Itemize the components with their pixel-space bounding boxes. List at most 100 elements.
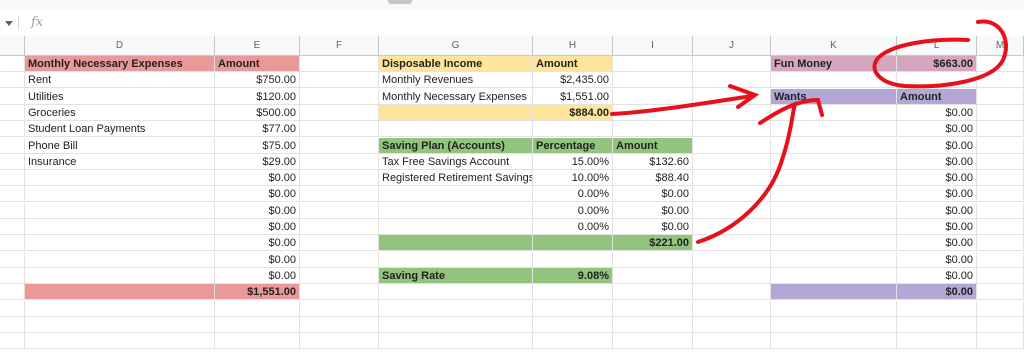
wants-label[interactable] bbox=[771, 137, 897, 154]
empty-cell[interactable] bbox=[897, 72, 977, 89]
empty-cell[interactable] bbox=[613, 56, 693, 72]
column-header-k[interactable]: K bbox=[771, 36, 897, 55]
empty-cell[interactable] bbox=[613, 121, 693, 138]
expense-label[interactable] bbox=[25, 170, 215, 187]
empty-cell[interactable] bbox=[613, 251, 693, 268]
empty-cell[interactable] bbox=[693, 300, 771, 317]
wants-amount[interactable]: $0.00 bbox=[897, 235, 977, 252]
saving-account-amount[interactable]: $132.60 bbox=[613, 153, 693, 170]
empty-cell[interactable] bbox=[300, 153, 379, 170]
disposable-label[interactable]: Monthly Necessary Expenses bbox=[379, 88, 533, 105]
column-header-i[interactable]: I bbox=[613, 36, 693, 55]
empty-cell[interactable] bbox=[300, 72, 379, 89]
resize-handle[interactable] bbox=[388, 0, 412, 4]
expenses-amount-header[interactable]: Amount bbox=[215, 56, 300, 72]
empty-cell[interactable] bbox=[613, 72, 693, 89]
saving-account-pct[interactable]: 10.00% bbox=[533, 170, 613, 187]
wants-label[interactable] bbox=[771, 121, 897, 138]
empty-cell[interactable] bbox=[300, 202, 379, 219]
expense-label[interactable]: Utilities bbox=[25, 88, 215, 105]
disposable-amount[interactable]: $1,551.00 bbox=[533, 88, 613, 105]
saving-account-pct[interactable]: 0.00% bbox=[533, 202, 613, 219]
empty-cell[interactable] bbox=[771, 72, 897, 89]
row-gutter[interactable] bbox=[0, 121, 25, 138]
expense-label[interactable] bbox=[25, 186, 215, 203]
row-gutter[interactable] bbox=[0, 251, 25, 268]
saving-account-amount[interactable]: $0.00 bbox=[613, 219, 693, 235]
empty-cell[interactable] bbox=[693, 153, 771, 170]
column-header-g[interactable]: G bbox=[379, 36, 533, 55]
wants-amount[interactable]: $0.00 bbox=[897, 202, 977, 219]
empty-cell[interactable] bbox=[533, 316, 613, 333]
saving-plan-amount-header[interactable]: Amount bbox=[613, 137, 693, 154]
empty-cell[interactable] bbox=[977, 219, 1024, 235]
wants-label[interactable] bbox=[771, 153, 897, 170]
row-gutter[interactable] bbox=[0, 170, 25, 187]
empty-cell[interactable] bbox=[613, 316, 693, 333]
expense-amount[interactable]: $77.00 bbox=[215, 121, 300, 138]
row-gutter[interactable] bbox=[0, 72, 25, 89]
empty-cell[interactable] bbox=[300, 121, 379, 138]
disposable-total-label[interactable] bbox=[379, 104, 533, 121]
expense-amount[interactable]: $750.00 bbox=[215, 72, 300, 89]
fun-money-label[interactable]: Fun Money bbox=[771, 56, 897, 72]
expense-amount[interactable]: $29.00 bbox=[215, 153, 300, 170]
sheet-grid[interactable]: Monthly Necessary Expenses Amount Rent $750… bbox=[0, 56, 1024, 360]
disposable-label[interactable]: Monthly Revenues bbox=[379, 72, 533, 89]
empty-cell[interactable] bbox=[693, 170, 771, 187]
empty-cell[interactable] bbox=[977, 202, 1024, 219]
empty-cell[interactable] bbox=[379, 316, 533, 333]
wants-label[interactable] bbox=[771, 202, 897, 219]
expense-amount[interactable]: $0.00 bbox=[215, 251, 300, 268]
empty-cell[interactable] bbox=[693, 333, 771, 350]
saving-account-pct[interactable]: 0.00% bbox=[533, 186, 613, 203]
empty-cell[interactable] bbox=[613, 333, 693, 350]
wants-amount[interactable]: $0.00 bbox=[897, 153, 977, 170]
empty-cell[interactable] bbox=[613, 300, 693, 317]
empty-cell[interactable] bbox=[300, 235, 379, 252]
empty-cell[interactable] bbox=[977, 137, 1024, 154]
empty-cell[interactable] bbox=[613, 267, 693, 284]
empty-cell[interactable] bbox=[300, 56, 379, 72]
disposable-total[interactable]: $884.00 bbox=[533, 104, 613, 121]
empty-cell[interactable] bbox=[977, 300, 1024, 317]
empty-cell[interactable] bbox=[533, 121, 613, 138]
empty-cell[interactable] bbox=[977, 56, 1024, 72]
empty-cell[interactable] bbox=[977, 153, 1024, 170]
wants-amount[interactable]: $0.00 bbox=[897, 121, 977, 138]
empty-cell[interactable] bbox=[300, 251, 379, 268]
empty-cell[interactable] bbox=[613, 284, 693, 301]
empty-cell[interactable] bbox=[25, 300, 215, 317]
empty-cell[interactable] bbox=[300, 284, 379, 301]
empty-cell[interactable] bbox=[693, 186, 771, 203]
saving-account-label[interactable] bbox=[379, 186, 533, 203]
column-header-h[interactable]: H bbox=[533, 36, 613, 55]
empty-cell[interactable] bbox=[300, 316, 379, 333]
empty-cell[interactable] bbox=[693, 202, 771, 219]
wants-amount[interactable]: $0.00 bbox=[897, 170, 977, 187]
name-box-dropdown-icon[interactable] bbox=[5, 21, 13, 26]
wants-total-label[interactable] bbox=[771, 284, 897, 301]
saving-total[interactable]: $221.00 bbox=[613, 235, 693, 252]
saving-rate-value[interactable]: 9.08% bbox=[533, 267, 613, 284]
expense-label[interactable] bbox=[25, 251, 215, 268]
wants-amount-header[interactable]: Amount bbox=[897, 88, 977, 105]
empty-cell[interactable] bbox=[693, 251, 771, 268]
row-gutter[interactable] bbox=[0, 267, 25, 284]
wants-label[interactable] bbox=[771, 104, 897, 121]
empty-cell[interactable] bbox=[300, 104, 379, 121]
disposable-amount-header[interactable]: Amount bbox=[533, 56, 613, 72]
empty-cell[interactable] bbox=[977, 186, 1024, 203]
empty-cell[interactable] bbox=[693, 72, 771, 89]
empty-cell[interactable] bbox=[379, 121, 533, 138]
wants-label[interactable] bbox=[771, 251, 897, 268]
empty-cell[interactable] bbox=[977, 72, 1024, 89]
saving-account-amount[interactable]: $0.00 bbox=[613, 186, 693, 203]
empty-cell[interactable] bbox=[693, 56, 771, 72]
wants-total[interactable]: $0.00 bbox=[897, 284, 977, 301]
empty-cell[interactable] bbox=[977, 251, 1024, 268]
empty-cell[interactable] bbox=[613, 88, 693, 105]
expense-amount[interactable]: $0.00 bbox=[215, 267, 300, 284]
empty-cell[interactable] bbox=[300, 267, 379, 284]
expenses-header[interactable]: Monthly Necessary Expenses bbox=[25, 56, 215, 72]
